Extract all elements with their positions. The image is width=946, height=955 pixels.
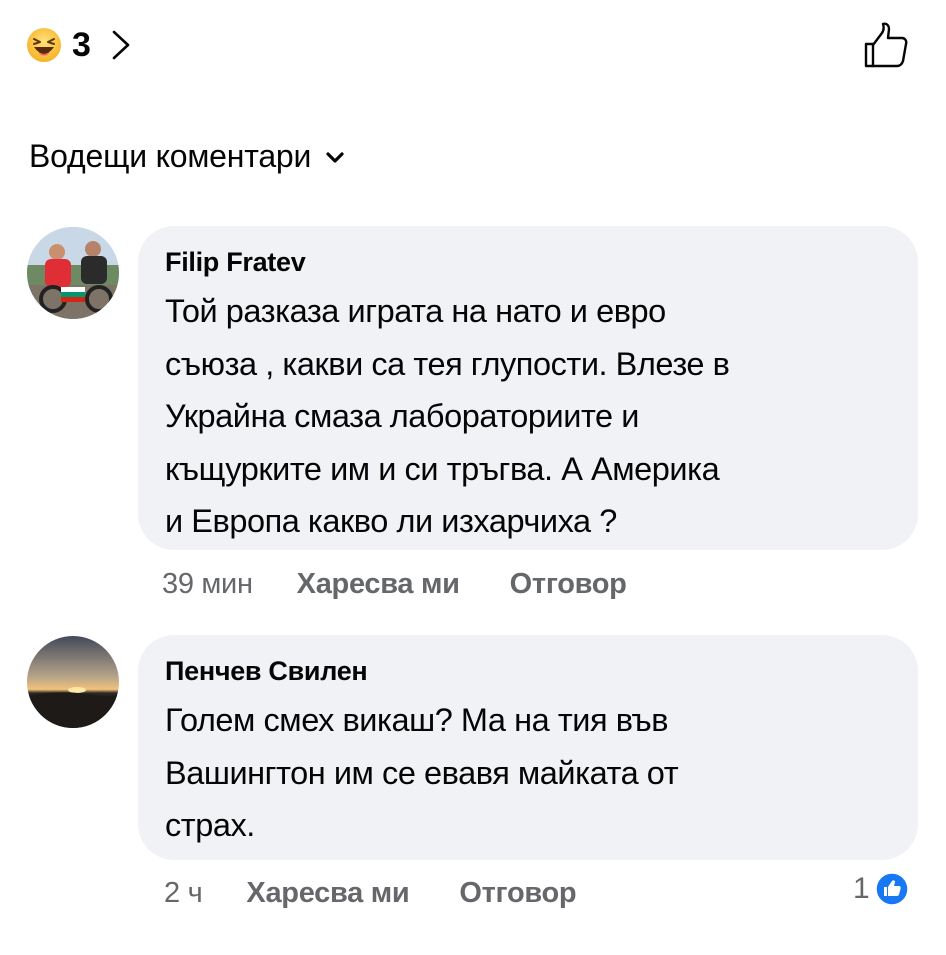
reply-button[interactable]: Отговор: [459, 877, 576, 910]
comment-timestamp[interactable]: 2 ч: [164, 877, 203, 910]
sort-comments-dropdown[interactable]: Водещи коментари: [29, 138, 345, 175]
like-button[interactable]: Харесва ми: [297, 568, 460, 601]
comment-timestamp[interactable]: 39 мин: [162, 568, 253, 601]
avatar[interactable]: [27, 227, 119, 319]
reply-button[interactable]: Отговор: [510, 568, 627, 601]
chevron-down-icon: [326, 151, 344, 163]
comment-actions: 2 ч Харесва ми Отговор: [164, 877, 577, 910]
reaction-count: 3: [72, 26, 91, 64]
like-reaction-icon: [874, 872, 909, 906]
like-outline-icon[interactable]: [858, 18, 914, 74]
comment-author[interactable]: Пенчев Свилен: [165, 655, 890, 687]
comment-bubble: Пенчев Свилен Голем смех викаш? Ма на ти…: [138, 635, 918, 860]
comment-author[interactable]: Filip Fratev: [165, 246, 890, 278]
comment-actions: 39 мин Харесва ми Отговор: [162, 568, 627, 601]
comment-text: Той разказа играта на нато и евро съюза …: [165, 293, 730, 539]
haha-emoji-icon: [27, 28, 61, 62]
like-count: 1: [853, 872, 870, 905]
comment-text: Голем смех викаш? Ма на тия във Вашингто…: [165, 702, 679, 843]
reaction-summary[interactable]: 3: [26, 22, 133, 68]
sort-label: Водещи коментари: [29, 138, 312, 174]
comment-reactions[interactable]: 1: [853, 872, 909, 906]
like-button[interactable]: Харесва ми: [246, 877, 409, 910]
chevron-right-icon: [112, 30, 130, 60]
comment-bubble: Filip Fratev Той разказа играта на нато …: [138, 226, 918, 550]
avatar[interactable]: [27, 636, 119, 728]
